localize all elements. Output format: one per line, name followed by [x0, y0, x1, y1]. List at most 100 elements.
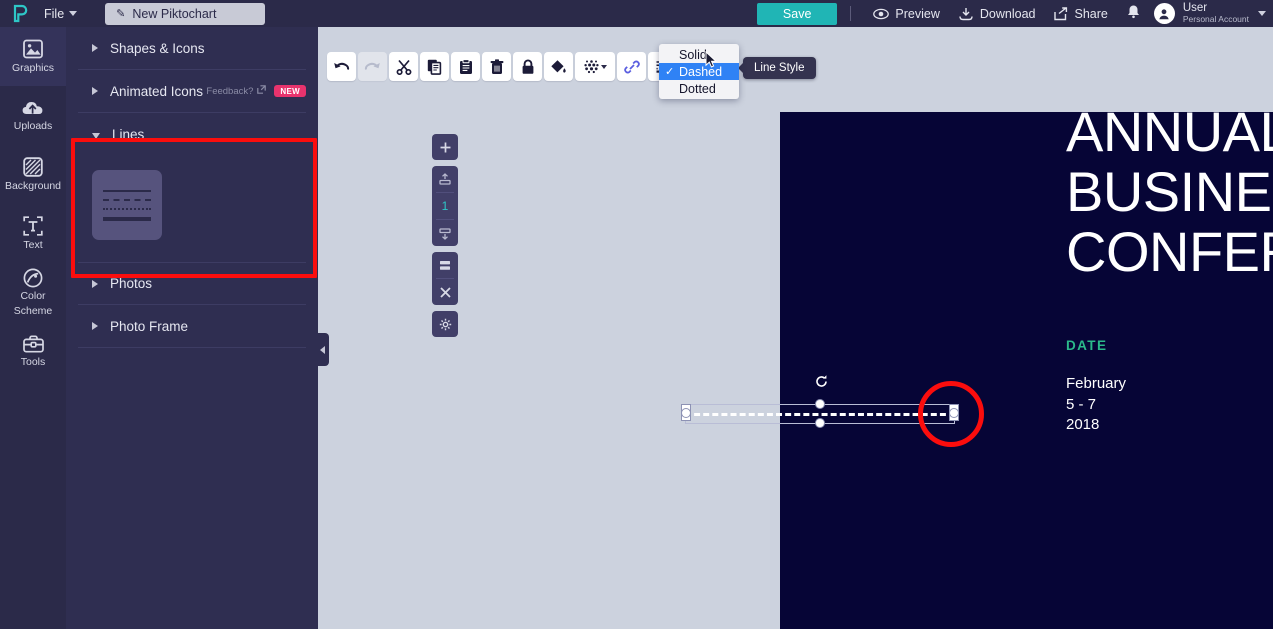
sidebar-item-label: Tools — [20, 356, 46, 368]
endpoint-handle-left[interactable] — [681, 408, 691, 418]
redo-button[interactable] — [358, 52, 387, 81]
move-block-up-button[interactable] — [432, 166, 458, 192]
accordion-label: Animated Icons — [110, 83, 204, 99]
sidebar-item-tools[interactable]: Tools — [0, 322, 66, 381]
canvas-headline[interactable]: ANNUAL BUSINESS CONFERENCE — [1066, 112, 1273, 282]
line-style-option-label: Dashed — [679, 64, 723, 79]
document-title-field[interactable]: ✎ New Piktochart — [105, 2, 266, 25]
cut-button[interactable] — [389, 52, 418, 81]
object-toolbar — [327, 50, 688, 83]
piktochart-editor: File ✎ New Piktochart Save Preview Downl… — [0, 0, 1273, 629]
trash-icon — [490, 58, 503, 74]
line-style-dropdown[interactable]: Solid ✓ Dashed Dotted — [659, 44, 739, 99]
opacity-pattern-button[interactable] — [575, 52, 615, 81]
sidebar-item-background[interactable]: Background — [0, 145, 66, 204]
resize-handle-top-center[interactable] — [815, 399, 825, 409]
sidebar-item-label: Color — [20, 290, 46, 303]
share-button[interactable]: Share — [1044, 0, 1116, 27]
headline-line-1: ANNUAL — [1066, 112, 1273, 163]
feedback-label: Feedback? — [206, 85, 254, 97]
headline-line-3: CONFERENCE — [1066, 219, 1273, 283]
paint-bucket-icon — [551, 59, 566, 73]
copy-button[interactable] — [420, 52, 449, 81]
workspace[interactable]: ANNUAL BUSINESS CONFERENCE DATE February… — [318, 27, 1273, 629]
piktochart-logo-icon[interactable] — [0, 4, 40, 23]
line-style-option-solid[interactable]: Solid — [659, 46, 739, 63]
sidebar-item-uploads[interactable]: Uploads — [0, 86, 66, 145]
accordion-lines[interactable]: Lines — [78, 113, 306, 156]
plus-icon — [440, 142, 450, 152]
chevron-down-icon[interactable] — [1258, 11, 1266, 16]
accordion-shapes-and-icons[interactable]: Shapes & Icons — [78, 27, 306, 70]
chevron-down-icon — [92, 133, 100, 139]
canvas-date-value[interactable]: February 5 - 7 2018 — [1066, 374, 1126, 436]
page-number[interactable]: 1 — [432, 193, 458, 219]
scissors-icon — [396, 59, 411, 75]
paste-button[interactable] — [451, 52, 480, 81]
dashed-line-shape[interactable] — [685, 413, 955, 416]
sidebar-item-label: Text — [23, 239, 43, 251]
page-controls: 1 — [432, 134, 458, 343]
download-label: Download — [979, 6, 1036, 21]
rotate-handle-icon[interactable] — [814, 374, 829, 389]
duplicate-block-button[interactable] — [432, 252, 458, 278]
delete-block-button[interactable] — [432, 279, 458, 305]
chevron-down-icon — [600, 64, 607, 69]
user-avatar-icon — [1159, 8, 1170, 19]
thumb-thick-line — [103, 217, 151, 221]
collapse-panel-left-icon — [320, 345, 325, 354]
sidebar-item-graphics[interactable]: Graphics — [0, 27, 66, 86]
accordion-photos[interactable]: Photos — [78, 262, 306, 305]
avatar[interactable] — [1153, 3, 1175, 24]
accordion-photo-frame[interactable]: Photo Frame — [78, 305, 306, 348]
move-block-down-button[interactable] — [432, 220, 458, 246]
sidebar-item-text[interactable]: Text — [0, 204, 66, 263]
selected-line-object[interactable] — [681, 375, 959, 431]
file-menu-label: File — [44, 6, 65, 21]
chevron-right-icon — [92, 322, 98, 330]
file-menu[interactable]: File — [40, 0, 87, 27]
fill-color-button[interactable] — [544, 52, 573, 81]
pattern-square-icon — [23, 157, 43, 177]
download-button[interactable]: Download — [949, 0, 1045, 27]
line-style-tooltip: Line Style — [738, 57, 816, 79]
preview-button[interactable]: Preview — [864, 0, 948, 27]
line-style-option-dashed[interactable]: ✓ Dashed — [659, 63, 739, 80]
account-menu[interactable]: User Personal Account — [1183, 2, 1249, 24]
block-settings-button[interactable] — [432, 311, 458, 337]
cloud-upload-icon — [22, 101, 43, 114]
save-button[interactable]: Save — [756, 2, 838, 25]
tooltip-text: Line Style — [754, 62, 805, 74]
move-block-up-icon — [439, 172, 451, 185]
feedback-link[interactable]: Feedback? — [206, 85, 267, 97]
design-canvas[interactable]: ANNUAL BUSINESS CONFERENCE DATE February… — [780, 112, 1273, 629]
sidebar-item-label-2: Scheme — [13, 304, 53, 317]
top-bar-actions: Save Preview Download Share User Persona… — [756, 0, 1273, 27]
resize-handle-bottom-center[interactable] — [815, 418, 825, 428]
canvas-date-label[interactable]: DATE — [1066, 338, 1107, 353]
link-button[interactable] — [617, 52, 646, 81]
page-settings-group — [432, 311, 458, 337]
endpoint-handle-right[interactable] — [949, 408, 959, 418]
sidebar-item-label: Background — [4, 180, 62, 192]
chain-link-icon — [623, 60, 640, 73]
line-styles-thumbnail[interactable] — [92, 170, 162, 240]
copy-icon — [427, 59, 442, 75]
redo-arrow-icon — [364, 62, 380, 70]
add-block-button[interactable] — [432, 134, 458, 160]
graphics-panel[interactable]: Shapes & Icons Animated Icons Feedback? — [66, 27, 318, 629]
accordion-animated-icons[interactable]: Animated Icons Feedback? NEW — [78, 70, 306, 113]
close-x-icon — [439, 286, 451, 298]
line-style-option-label: Solid — [679, 47, 707, 62]
sidebar-item-color-scheme[interactable]: Color Scheme — [0, 263, 66, 322]
share-label: Share — [1074, 6, 1108, 21]
delete-button[interactable] — [482, 52, 511, 81]
notifications-button[interactable] — [1117, 4, 1150, 24]
accordion-label: Photos — [110, 276, 153, 291]
line-style-option-dotted[interactable]: Dotted — [659, 80, 739, 97]
lines-section-body — [78, 156, 306, 262]
bell-icon — [1127, 4, 1140, 24]
undo-button[interactable] — [327, 52, 356, 81]
lock-button[interactable] — [513, 52, 542, 81]
undo-arrow-icon — [334, 62, 350, 70]
